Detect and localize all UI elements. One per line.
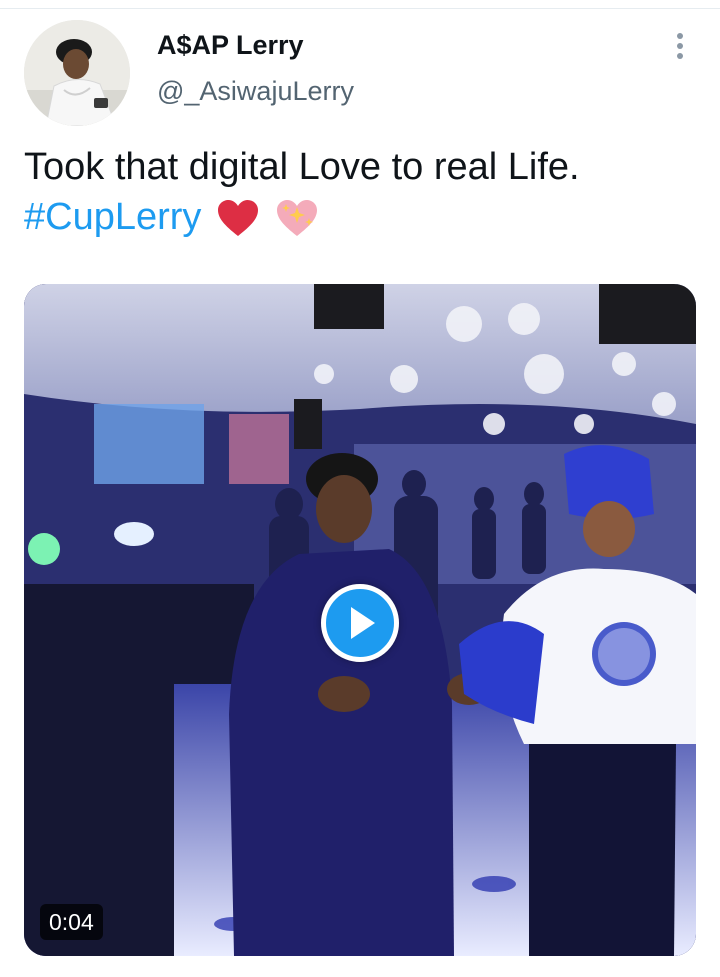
hashtag-link[interactable]: #CupLerry [24,196,201,238]
more-vertical-icon [677,33,683,59]
avatar[interactable] [24,20,130,126]
red-heart-icon [216,199,260,239]
video-player[interactable]: 0:04 [24,284,696,956]
tweet-text-hashtag-line: #CupLerry [24,192,696,242]
play-button[interactable] [321,584,399,662]
play-icon [351,607,375,639]
tweet-text-line: Took that digital Love to real Life. [24,146,580,188]
author-name[interactable]: A$AP Lerry [157,30,304,61]
more-options-button[interactable] [664,30,696,62]
sparkling-heart-icon [275,199,319,239]
tweet-text: Took that digital Love to real Life. #Cu… [24,142,696,242]
author-handle[interactable]: @_AsiwajuLerry [157,76,354,107]
top-divider [0,8,720,9]
video-duration-badge: 0:04 [40,904,103,940]
